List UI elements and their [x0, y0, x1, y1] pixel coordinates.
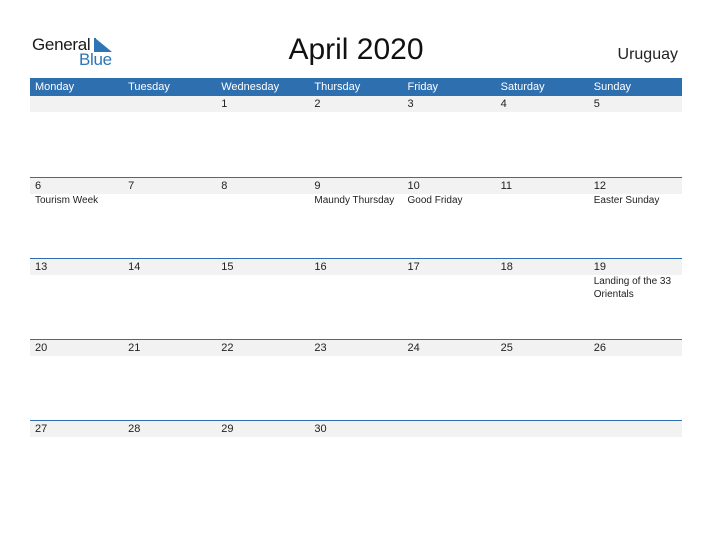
day-number: 4	[500, 98, 507, 110]
day-cell: 21	[123, 340, 216, 420]
weekday-tuesday: Tuesday	[128, 81, 170, 93]
day-number: 12	[593, 180, 606, 192]
week-row: 13 14 15 16 17 18 19 Landing of the 33 Oriental…	[30, 258, 682, 339]
day-number: 20	[35, 342, 48, 354]
day-cell: 24	[403, 340, 496, 420]
holiday-label: Easter Sunday	[593, 195, 660, 206]
day-cell: 26	[589, 340, 682, 420]
day-cell: 4	[496, 96, 589, 177]
day-number: 9	[314, 180, 321, 192]
day-number: 11	[500, 180, 513, 192]
day-number: 28	[128, 423, 141, 435]
day-cell: 20	[30, 340, 123, 420]
day-number: 18	[500, 261, 513, 273]
week-row: 1 2 3 4 5	[30, 96, 682, 177]
weekday-monday: Monday	[35, 81, 75, 93]
weekday-friday: Friday	[407, 81, 439, 93]
week-row: 27 28 29 30	[30, 420, 682, 501]
day-number: 23	[314, 342, 327, 354]
day-cell: 6 Tourism Week	[30, 178, 123, 258]
day-number: 2	[314, 98, 321, 110]
day-number: 21	[128, 342, 141, 354]
day-cell: 9 Maundy Thursday	[309, 178, 402, 258]
week-row: 20 21 22 23 24 25 26	[30, 339, 682, 420]
day-number: 7	[128, 180, 135, 192]
day-number: 15	[221, 261, 234, 273]
day-cell: 2	[309, 96, 402, 177]
day-number: 5	[593, 98, 600, 110]
day-cell: 25	[496, 340, 589, 420]
week-row: 6 Tourism Week 7 8 9 Maundy Thursday 10 Good Fr…	[30, 177, 682, 258]
day-cell: 30	[309, 421, 402, 501]
day-number	[35, 96, 123, 112]
weekday-sunday: Sunday	[593, 81, 632, 93]
weekday-wednesday: Wednesday	[221, 81, 280, 93]
country-label: Uruguay	[617, 46, 678, 63]
day-cell	[496, 421, 589, 501]
day-number: 10	[407, 180, 420, 192]
day-number: 27	[35, 423, 48, 435]
holiday-label: Tourism Week	[35, 195, 99, 206]
day-cell: 3	[403, 96, 496, 177]
day-number: 17	[407, 261, 420, 273]
weekday-header: Monday Tuesday Wednesday Thursday Friday…	[30, 78, 682, 96]
day-cell	[123, 96, 216, 177]
day-number: 8	[221, 180, 228, 192]
day-number: 13	[35, 261, 48, 273]
day-number	[594, 421, 682, 437]
day-cell: 18	[496, 259, 589, 339]
day-number: 1	[221, 98, 228, 110]
day-cell: 27	[30, 421, 123, 501]
day-cell: 8	[216, 178, 309, 258]
week-cells: 1 2 3 4 5	[30, 96, 682, 177]
day-cell: 28	[123, 421, 216, 501]
weekday-saturday: Saturday	[500, 81, 545, 93]
day-number	[128, 96, 216, 112]
day-cell	[403, 421, 496, 501]
day-cell: 10 Good Friday	[403, 178, 496, 258]
day-cell: 7	[123, 178, 216, 258]
day-cell	[30, 96, 123, 177]
calendar-grid: Monday Tuesday Wednesday Thursday Friday…	[30, 78, 682, 501]
day-cell	[589, 421, 682, 501]
day-cell: 11	[496, 178, 589, 258]
holiday-label: Good Friday	[407, 195, 463, 206]
day-cell: 22	[216, 340, 309, 420]
day-cell: 19 Landing of the 33 Orientals	[589, 259, 682, 339]
day-number	[501, 421, 589, 437]
day-cell: 16	[309, 259, 402, 339]
day-cell: 1	[216, 96, 309, 177]
day-cell: 23	[309, 340, 402, 420]
day-number: 3	[407, 98, 414, 110]
day-cell: 12 Easter Sunday	[589, 178, 682, 258]
day-number: 30	[314, 423, 327, 435]
day-number: 24	[407, 342, 420, 354]
day-number: 6	[35, 180, 42, 192]
day-number: 16	[314, 261, 327, 273]
week-cells: 20 21 22 23 24 25 26	[30, 340, 682, 420]
holiday-label: Landing of the 33 Orientals	[593, 276, 672, 300]
holiday-label: Maundy Thursday	[314, 195, 395, 206]
day-cell: 15	[216, 259, 309, 339]
day-number: 29	[221, 423, 234, 435]
day-cell: 29	[216, 421, 309, 501]
day-number: 25	[500, 342, 513, 354]
week-cells: 13 14 15 16 17 18 19 Landing of the 33 Oriental…	[30, 259, 682, 339]
day-number: 22	[221, 342, 234, 354]
week-cells: 27 28 29 30	[30, 421, 682, 501]
weekday-thursday: Thursday	[314, 81, 361, 93]
page-title: April 2020	[288, 33, 424, 66]
day-cell: 13	[30, 259, 123, 339]
weeks-container: 1 2 3 4 5 6 Tourism Week 7 8 9 Maundy Thursday 10 Go…	[30, 96, 682, 501]
day-number: 26	[593, 342, 606, 354]
day-number: 19	[593, 261, 606, 273]
day-cell: 17	[403, 259, 496, 339]
week-cells: 6 Tourism Week 7 8 9 Maundy Thursday 10 Good Fr…	[30, 178, 682, 258]
day-cell: 14	[123, 259, 216, 339]
day-cell: 5	[589, 96, 682, 177]
day-number	[408, 421, 496, 437]
day-number: 14	[128, 261, 141, 273]
